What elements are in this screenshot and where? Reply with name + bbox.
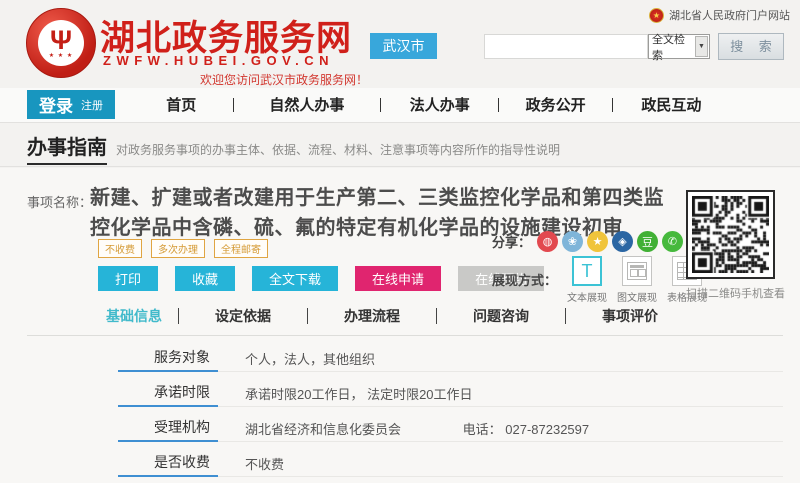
label-underline: [118, 475, 218, 477]
row-label-time-limit: 承诺时限: [118, 382, 218, 402]
item-tags: 不收费 多次办理 全程邮寄: [98, 239, 268, 258]
table-row: 受理机构 湖北省经济和信息化委员会 电话： 027-87232597: [0, 414, 800, 449]
nav-item-citizen[interactable]: 自然人办事: [234, 94, 381, 115]
city-selector-button[interactable]: 武汉市: [370, 33, 437, 59]
text-mode-icon: T: [572, 256, 602, 286]
print-button[interactable]: 打印: [98, 266, 158, 291]
label-underline: [118, 370, 218, 372]
row-value: 湖北省经济和信息化委员会 电话： 027-87232597: [245, 419, 589, 438]
item-name-label: 事项名称：: [27, 192, 92, 211]
agency-name: 湖北省经济和信息化委员会: [245, 422, 401, 437]
site-logo-lyre: Ψ ★ ★ ★: [38, 20, 84, 66]
main-content: 事项名称： 新建、扩建或者改建用于生产第二、三类监控化学品和第四类监控化学品中含…: [0, 168, 800, 483]
row-divider: [218, 406, 783, 407]
login-button[interactable]: 登录 注册: [27, 90, 115, 119]
row-value: 不收费: [245, 454, 284, 473]
tab-legal-basis[interactable]: 设定依据: [179, 306, 307, 326]
tabs-divider: [27, 335, 783, 336]
main-nav: 首页 自然人办事 法人办事 政务公开 政民互动: [130, 90, 730, 119]
qr-code: [692, 196, 769, 273]
tag-full-mail: 全程邮寄: [214, 239, 268, 258]
display-mode-label: 展现方式：: [492, 270, 557, 289]
display-mode-bar: 展现方式： T 文本展现 图文展现 表格展现: [492, 256, 707, 304]
douban-share-icon[interactable]: 豆: [637, 231, 658, 252]
logo-glyph: Ψ: [50, 27, 72, 53]
qzone-share-icon[interactable]: ★: [587, 231, 608, 252]
imagetext-glyph-icon: [627, 262, 647, 280]
text-mode-button[interactable]: T 文本展现: [567, 256, 607, 304]
imagetext-mode-caption: 图文展现: [617, 289, 657, 304]
site-logo-icon: Ψ ★ ★ ★: [26, 8, 96, 78]
row-label-service-target: 服务对象: [118, 347, 218, 367]
download-fulltext-button[interactable]: 全文下载: [252, 266, 338, 291]
qr-caption: 扫描二维码手机查看: [686, 285, 775, 301]
table-row: 服务对象 个人，法人，其他组织: [0, 344, 800, 379]
row-label-accepting-agency: 受理机构: [118, 417, 218, 437]
chevron-down-icon: ▼: [695, 36, 708, 57]
qr-section: 扫描二维码手机查看: [686, 190, 775, 301]
tab-faq[interactable]: 问题咨询: [437, 306, 565, 326]
register-link[interactable]: 注册: [81, 97, 103, 113]
imagetext-mode-icon: [622, 256, 652, 286]
nav-item-home[interactable]: 首页: [130, 94, 233, 115]
imagetext-mode-button[interactable]: 图文展现: [617, 256, 657, 304]
weibo-share-icon[interactable]: ◍: [537, 231, 558, 252]
logo-stars: ★ ★ ★: [49, 53, 73, 59]
tag-no-fee: 不收费: [98, 239, 142, 258]
nav-item-interaction[interactable]: 政民互动: [613, 94, 730, 115]
detail-tabs: 基础信息 设定依据 办理流程 问题咨询 事项评价: [90, 306, 694, 326]
guide-title: 办事指南: [27, 131, 107, 165]
row-label-fee: 是否收费: [118, 452, 218, 472]
wechat-share-icon[interactable]: ✆: [662, 231, 683, 252]
share-label: 分享：: [492, 232, 531, 251]
basic-info-table: 服务对象 个人，法人，其他组织 承诺时限 承诺时限20工作日， 法定时限20工作…: [0, 344, 800, 483]
table-row: 是否收费 不收费: [0, 449, 800, 483]
tencent-weibo-share-icon[interactable]: ❀: [562, 231, 583, 252]
row-value: 个人，法人，其他组织: [245, 349, 375, 368]
nav-item-legal-person[interactable]: 法人办事: [381, 94, 498, 115]
gov-portal-link[interactable]: ★ 湖北省人民政府门户网站: [649, 7, 790, 23]
text-mode-caption: 文本展现: [567, 289, 607, 304]
label-underline: [118, 405, 218, 407]
welcome-text: 欢迎您访问武汉市政务服务网！: [200, 71, 368, 88]
tag-multi-visit: 多次办理: [151, 239, 205, 258]
label-underline: [118, 440, 218, 442]
search-button[interactable]: 搜 索: [718, 33, 784, 60]
row-divider: [218, 371, 783, 372]
renren-share-icon[interactable]: ◈: [612, 231, 633, 252]
favorite-button[interactable]: 收藏: [175, 266, 235, 291]
guide-description: 对政务服务事项的办事主体、依据、流程、材料、注意事项等内容所作的指导性说明: [116, 141, 560, 158]
tab-basic-info[interactable]: 基础信息: [90, 306, 178, 326]
text-mode-glyph: T: [582, 261, 593, 282]
action-buttons: 打印 收藏 全文下载 在线申请 在线预约: [98, 266, 544, 291]
nav-item-public-info[interactable]: 政务公开: [499, 94, 611, 115]
national-emblem-icon: ★: [649, 8, 664, 23]
search-input[interactable]: [484, 34, 648, 59]
search-filter-select[interactable]: 全文检索 ▼: [648, 34, 710, 59]
tab-evaluation[interactable]: 事项评价: [566, 306, 694, 326]
tab-process[interactable]: 办理流程: [308, 306, 436, 326]
apply-online-button[interactable]: 在线申请: [355, 266, 441, 291]
row-divider: [218, 441, 783, 442]
table-row: 承诺时限 承诺时限20工作日， 法定时限20工作日: [0, 379, 800, 414]
row-divider: [218, 476, 783, 477]
row-value: 承诺时限20工作日， 法定时限20工作日: [245, 384, 473, 403]
page: Ψ ★ ★ ★ 湖北政务服务网 ZWFW.HUBEI.GOV.CN 欢迎您访问武…: [0, 0, 800, 483]
gov-portal-label: 湖北省人民政府门户网站: [669, 7, 790, 23]
share-bar: 分享： ◍ ❀ ★ ◈ 豆 ✆: [492, 231, 683, 252]
login-label: 登录: [39, 92, 73, 117]
search-filter-label: 全文检索: [649, 31, 695, 63]
qr-frame: [686, 190, 775, 279]
agency-phone: 电话： 027-87232597: [463, 422, 589, 437]
site-domain: ZWFW.HUBEI.GOV.CN: [103, 53, 334, 68]
